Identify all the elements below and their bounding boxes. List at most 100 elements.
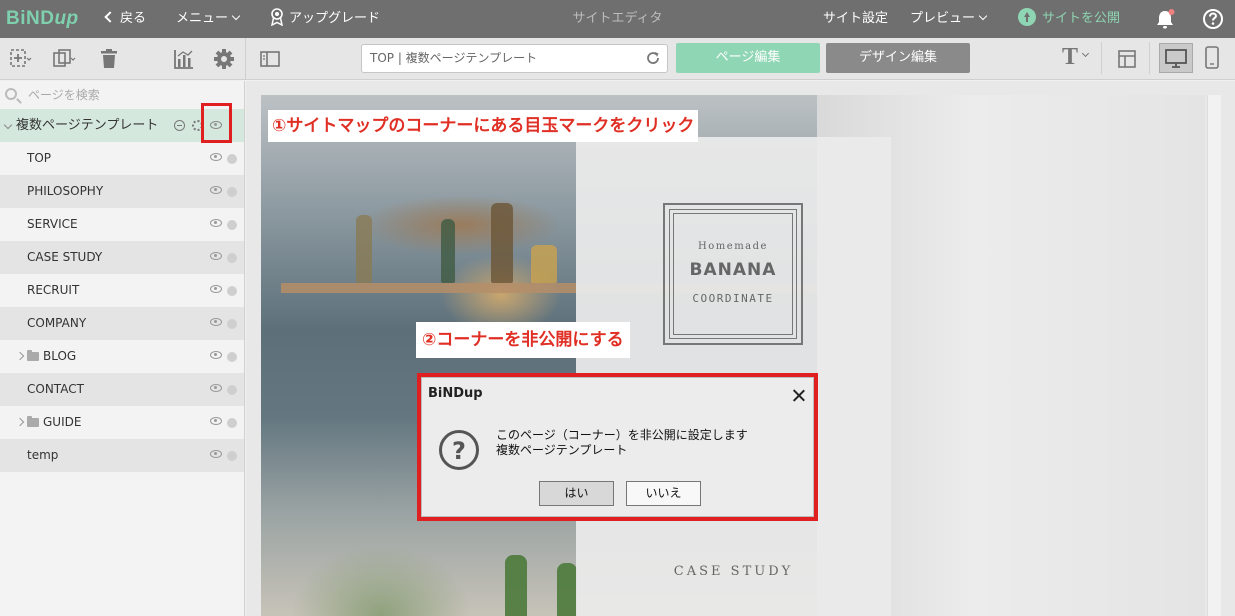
page-edit-button[interactable]: ページ編集 <box>676 43 820 73</box>
logo-main-text: BiND <box>6 8 55 29</box>
folder-icon <box>27 416 39 427</box>
settings-gear-icon[interactable] <box>212 47 236 71</box>
chevron-down-icon <box>978 11 988 21</box>
unpublish-confirm-dialog: BiNDup ? このページ（コーナー）を非公開に設定します 複数ページテンプレ… <box>421 377 814 517</box>
sidebar-item-label: SERVICE <box>27 217 78 231</box>
sidebar-item-label: RECRUIT <box>27 283 80 297</box>
sidebar-item-label: COMPANY <box>27 316 87 330</box>
award-icon <box>270 8 284 27</box>
eye-icon[interactable] <box>210 417 222 425</box>
back-chevron-icon <box>104 11 116 23</box>
chevron-right-icon[interactable] <box>15 417 25 427</box>
status-dot <box>227 385 237 395</box>
toolbar-divider <box>245 38 246 80</box>
root-corner-label: 複数ページテンプレート <box>16 118 159 133</box>
device-switcher <box>1159 43 1229 73</box>
mobile-view-button[interactable] <box>1195 43 1229 73</box>
eye-icon[interactable] <box>210 153 222 161</box>
sidebar-item-company[interactable]: COMPANY <box>0 307 244 340</box>
status-dot <box>227 418 237 428</box>
logo-up-text: up <box>54 8 79 29</box>
font-settings-button[interactable]: T <box>1062 44 1090 71</box>
help-icon[interactable] <box>1202 8 1224 30</box>
status-dot <box>227 319 237 329</box>
site-logo-line1: Homemade <box>698 241 768 252</box>
duplicate-page-icon[interactable] <box>52 47 76 71</box>
chevron-down-icon <box>1081 49 1090 58</box>
font-t-icon: T <box>1062 44 1079 70</box>
sidebar-item-case-study[interactable]: CASE STUDY <box>0 241 244 274</box>
yes-button[interactable]: はい <box>539 481 614 506</box>
collapse-icon[interactable] <box>174 120 185 131</box>
preview-dropdown[interactable]: プレビュー <box>910 0 988 38</box>
photo-bottle <box>441 219 455 283</box>
sidebar-item-top[interactable]: TOP <box>0 142 244 175</box>
sidebar-item-blog[interactable]: BLOG <box>0 340 244 373</box>
eye-icon[interactable] <box>210 219 222 227</box>
menu-dropdown[interactable]: メニュー <box>176 0 241 38</box>
reload-icon[interactable] <box>645 50 661 66</box>
eye-icon[interactable] <box>210 285 222 293</box>
sidebar-item-temp[interactable]: temp <box>0 439 244 472</box>
status-dot <box>227 154 237 164</box>
status-dot <box>227 352 237 362</box>
photo-green-bottle <box>557 563 577 616</box>
photo-bottle <box>491 203 513 283</box>
sidebar-item-label: temp <box>27 448 59 462</box>
eye-icon[interactable] <box>210 318 222 326</box>
toolbar-divider <box>1149 42 1150 74</box>
sidebar-item-label: CONTACT <box>27 382 84 396</box>
sidebar-item-label: PHILOSOPHY <box>27 184 104 198</box>
eye-icon[interactable] <box>210 351 222 359</box>
sidebar-item-contact[interactable]: CONTACT <box>0 373 244 406</box>
eye-icon[interactable] <box>210 384 222 392</box>
back-button[interactable]: 戻る <box>104 0 147 38</box>
bindup-logo[interactable]: BiNDup <box>6 0 79 38</box>
back-label: 戻る <box>120 11 147 26</box>
root-eye-highlight[interactable] <box>201 103 232 143</box>
annotation-step1: ①サイトマップのコーナーにある目玉マークをクリック <box>268 110 699 142</box>
site-logo-line2: BANANA <box>689 260 777 280</box>
notification-bell-icon[interactable] <box>1154 8 1176 30</box>
status-dot <box>227 253 237 263</box>
status-dot <box>227 220 237 230</box>
layout-icon[interactable] <box>1116 48 1138 70</box>
sidebar-item-recruit[interactable]: RECRUIT <box>0 274 244 307</box>
folder-icon <box>27 350 39 361</box>
sidebar-item-service[interactable]: SERVICE <box>0 208 244 241</box>
eye-icon[interactable] <box>210 121 222 129</box>
eye-icon[interactable] <box>210 252 222 260</box>
analytics-chart-icon[interactable] <box>172 47 196 71</box>
sidebar-item-philosophy[interactable]: PHILOSOPHY <box>0 175 244 208</box>
eye-icon[interactable] <box>210 186 222 194</box>
page-url-field[interactable]: TOP | 複数ページテンプレート <box>361 44 668 73</box>
canvas-scrollbar[interactable] <box>1207 95 1221 616</box>
sidebar-toggle-icon[interactable] <box>258 47 282 71</box>
publish-site-button[interactable]: サイトを公開 <box>1018 0 1120 38</box>
upgrade-button[interactable]: アップグレード <box>269 0 380 38</box>
top-menu-bar: BiNDup 戻る メニュー アップグレード サイトエディタ サイト設定 プレビ… <box>0 0 1235 38</box>
sidebar-item-guide[interactable]: GUIDE <box>0 406 244 439</box>
site-settings-button[interactable]: サイト設定 <box>823 0 888 38</box>
design-edit-button[interactable]: デザイン編集 <box>826 43 970 73</box>
dialog-title: BiNDup <box>428 386 483 401</box>
eye-icon[interactable] <box>210 450 222 458</box>
search-icon <box>5 88 17 100</box>
status-dot <box>227 451 237 461</box>
trash-icon[interactable] <box>97 47 121 71</box>
status-dot <box>227 286 237 296</box>
question-icon: ? <box>439 430 479 470</box>
sidebar-item-label: BLOG <box>43 349 77 363</box>
no-button[interactable]: いいえ <box>626 481 701 506</box>
photo-bottle <box>356 215 372 283</box>
upload-icon <box>1018 8 1036 26</box>
preview-label: プレビュー <box>910 11 976 26</box>
toolbar-divider <box>1101 42 1102 74</box>
chevron-right-icon[interactable] <box>15 351 25 361</box>
site-nav-case-study[interactable]: CASE STUDY <box>576 564 891 579</box>
close-icon[interactable] <box>793 389 805 401</box>
mobile-icon <box>1205 46 1219 69</box>
desktop-view-button[interactable] <box>1159 43 1193 73</box>
add-page-icon[interactable] <box>8 47 32 71</box>
annotation-step2: ②コーナーを非公開にする <box>416 322 630 358</box>
